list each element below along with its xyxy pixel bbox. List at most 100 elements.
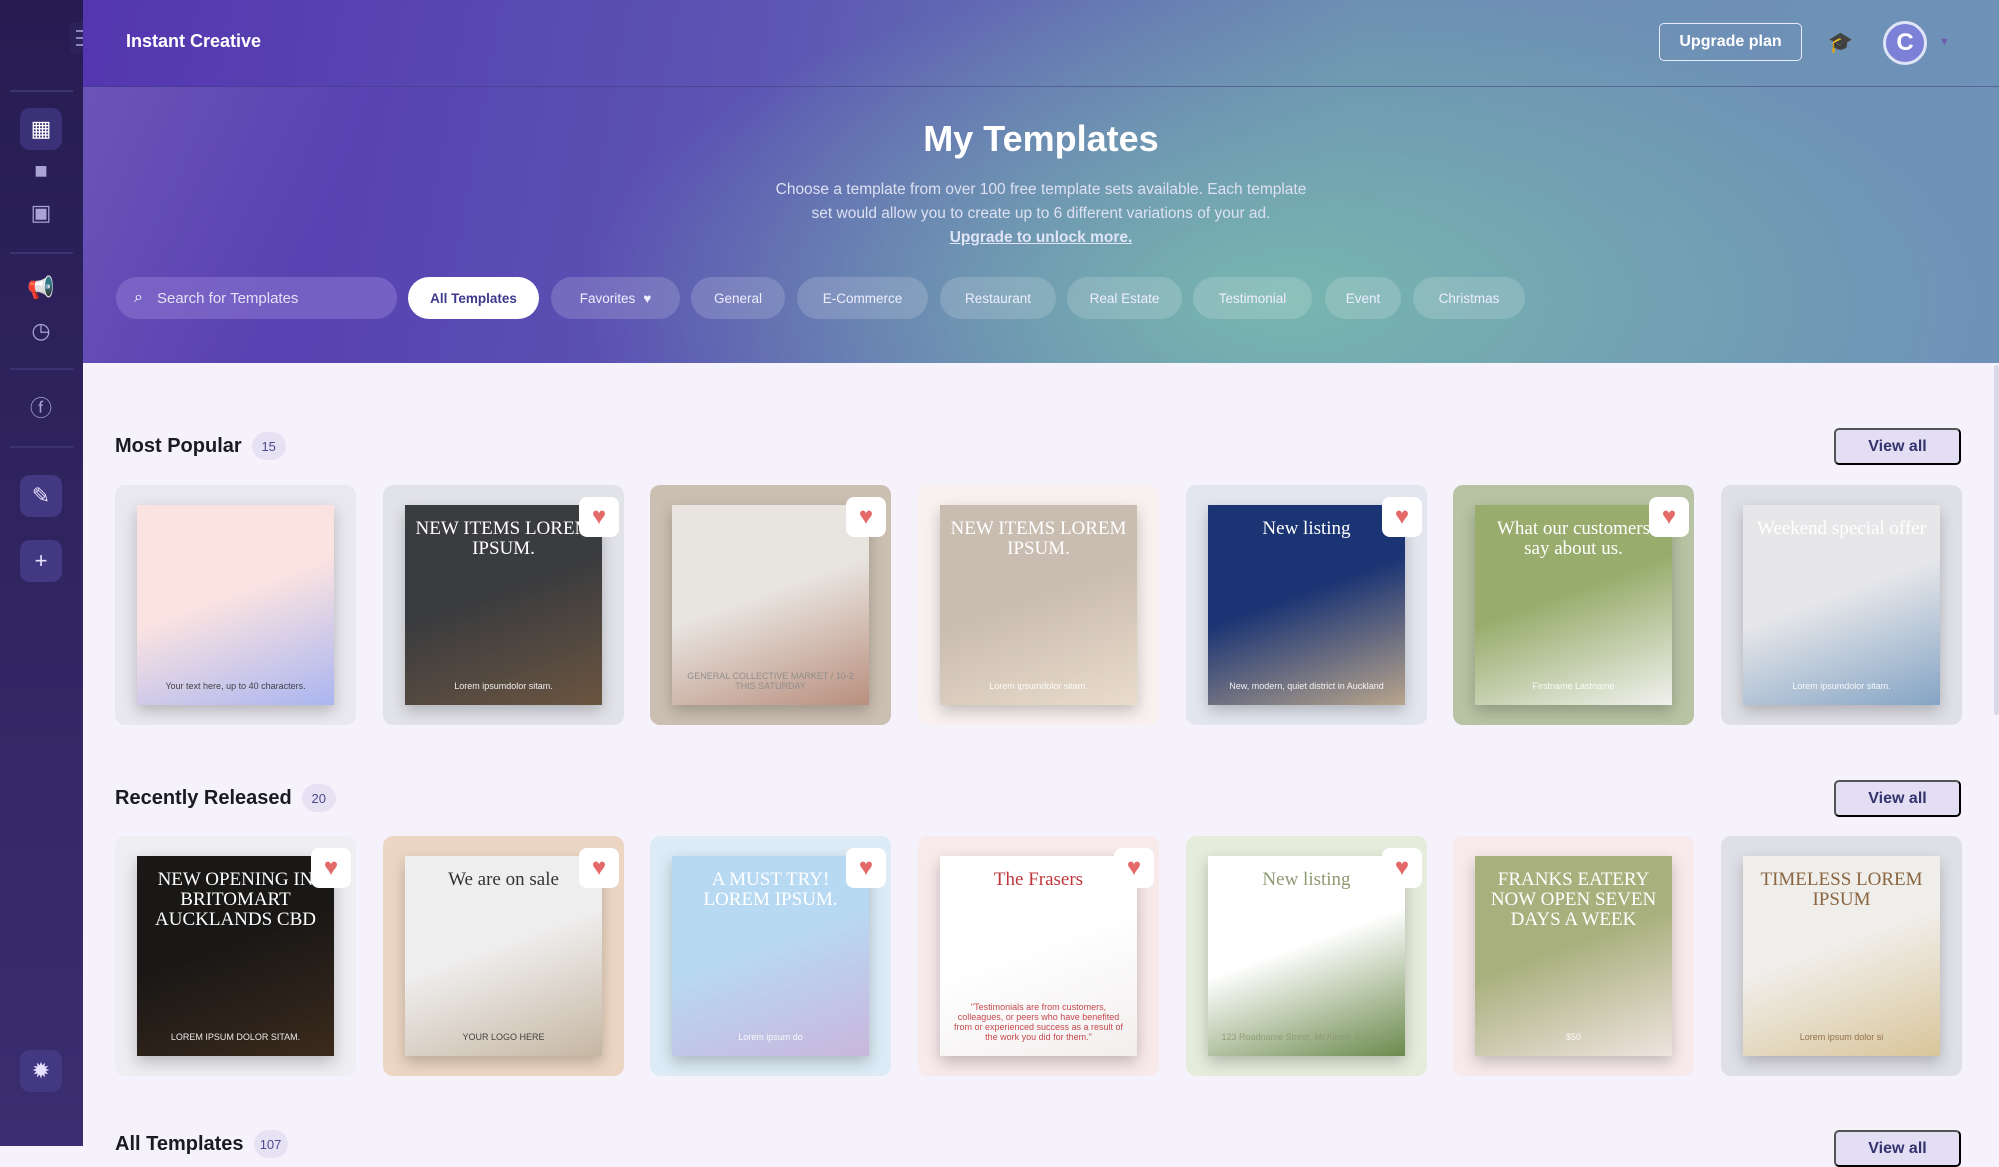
template-preview: Weekend special offer Lorem ipsumdolor si…: [1743, 505, 1940, 705]
favorite-heart-icon[interactable]: ♥: [311, 848, 351, 888]
filter-event[interactable]: Event: [1325, 277, 1401, 319]
upgrade-plan-button[interactable]: Upgrade plan: [1659, 23, 1802, 61]
scrollbar[interactable]: [1994, 365, 1999, 715]
favorite-heart-icon[interactable]: ♥: [846, 497, 886, 537]
favorite-heart-icon[interactable]: ♥: [846, 848, 886, 888]
view-all-button[interactable]: View all: [1834, 780, 1961, 817]
filter-christmas[interactable]: Christmas: [1413, 277, 1525, 319]
megaphone-icon: 📢: [27, 275, 55, 300]
template-preview: The Frasers "Testimonials are from custom…: [940, 856, 1137, 1056]
template-preview: GENERAL COLLECTIVE MARKET / 10-2 THIS SA…: [672, 505, 869, 705]
template-headline: A MUST TRY! LOREM IPSUM.: [703, 869, 838, 910]
filter-label: General: [713, 290, 763, 306]
filter-all-templates[interactable]: All Templates: [408, 277, 539, 319]
template-headline: NEW OPENING IN BRITOMART AUCKLANDS CBD: [155, 869, 316, 930]
sidebar: ▦ ■ ▣ 📢 ◷ ⓕ ✎ + ✹: [0, 0, 98, 1146]
template-headline: NEW ITEMS LOREM IPSUM.: [950, 518, 1127, 559]
favorite-heart-icon[interactable]: ♥: [1649, 497, 1689, 537]
template-caption: 123 Roadname Street, Mt Albert, Auckland: [1221, 1032, 1392, 1042]
template-card[interactable]: GENERAL COLLECTIVE MARKET / 10-2 THIS SA…: [650, 485, 891, 725]
filter-real-estate[interactable]: Real Estate: [1067, 277, 1182, 319]
description-line: set would allow you to create up to 6 di…: [811, 205, 1271, 222]
template-card[interactable]: Your text here, up to 40 characters.: [115, 485, 356, 725]
graduation-cap-icon[interactable]: 🎓: [1828, 30, 1853, 55]
image-icon: ▣: [30, 200, 52, 225]
avatar[interactable]: C: [1883, 21, 1927, 65]
template-headline: What our customers say about us.: [1496, 518, 1650, 559]
filter-label: Restaurant: [964, 290, 1032, 306]
template-headline: New listing: [1262, 518, 1351, 539]
section-heading: Most Popular: [115, 434, 242, 457]
template-caption: New, modern, quiet district in Auckland: [1229, 681, 1384, 691]
template-preview: FRANKS EATERY NOW OPEN SEVEN DAYS A WEEK…: [1475, 856, 1672, 1056]
filter-restaurant[interactable]: Restaurant: [940, 277, 1056, 319]
sidebar-item-facebook[interactable]: ⓕ: [20, 386, 62, 428]
view-all-button[interactable]: View all: [1834, 428, 1961, 465]
view-all-button[interactable]: View all: [1834, 1130, 1961, 1167]
grid-icon: ▦: [30, 116, 52, 141]
template-caption: $50: [1565, 1032, 1582, 1042]
template-card[interactable]: New listing New, modern, quiet district i…: [1186, 485, 1427, 725]
filter-testimonial[interactable]: Testimonial: [1193, 277, 1312, 319]
sidebar-divider: [10, 446, 73, 448]
template-caption: Lorem ipsum dolor si: [1799, 1032, 1884, 1042]
sidebar-item-campaigns[interactable]: 📢: [20, 267, 62, 309]
filter-label: All Templates: [430, 290, 517, 306]
search-input[interactable]: [156, 289, 357, 307]
template-caption: Firstname Lastname: [1532, 681, 1615, 691]
count-badge: 15: [251, 432, 286, 460]
favorite-heart-icon[interactable]: ♥: [579, 848, 619, 888]
sidebar-item-templates[interactable]: ▦: [20, 108, 62, 150]
description-line: Choose a template from over 100 free tem…: [775, 181, 1307, 198]
template-preview: NEW ITEMS LOREM IPSUM. Lorem ipsumdolor s…: [940, 505, 1137, 705]
sidebar-divider: [10, 252, 73, 254]
template-card[interactable]: TIMELESS LOREM IPSUM Lorem ipsum dolor si: [1721, 836, 1962, 1076]
favorite-heart-icon[interactable]: ♥: [1382, 497, 1422, 537]
template-card[interactable]: The Frasers "Testimonials are from custom…: [918, 836, 1159, 1076]
template-card[interactable]: We are on sale YOUR LOGO HERE ♥: [383, 836, 624, 1076]
count-badge: 20: [301, 784, 336, 812]
template-caption: YOUR LOGO HERE: [462, 1032, 545, 1042]
folder-icon: ■: [34, 158, 48, 183]
header-divider: [83, 86, 1999, 87]
plus-icon: +: [34, 548, 48, 573]
template-headline: New listing: [1262, 869, 1351, 890]
favorite-heart-icon[interactable]: ♥: [1114, 848, 1154, 888]
sidebar-item-folders[interactable]: ■: [20, 150, 62, 192]
template-card[interactable]: NEW ITEMS LOREM IPSUM. Lorem ipsumdolor s…: [918, 485, 1159, 725]
heart-icon: ♥: [643, 290, 652, 306]
template-card[interactable]: Weekend special offer Lorem ipsumdolor si…: [1721, 485, 1962, 725]
template-card[interactable]: NEW OPENING IN BRITOMART AUCKLANDS CBD LO…: [115, 836, 356, 1076]
sidebar-item-history[interactable]: ◷: [20, 310, 62, 352]
page-title: My Templates: [923, 118, 1159, 159]
upgrade-link[interactable]: Upgrade to unlock more.: [83, 226, 1999, 250]
template-card[interactable]: What our customers say about us. Firstnam…: [1453, 485, 1694, 725]
template-card[interactable]: New listing 123 Roadname Street, Mt Alber…: [1186, 836, 1427, 1076]
filter-favorites[interactable]: Favorites ♥: [551, 277, 680, 319]
chevron-down-icon[interactable]: ▼: [1939, 36, 1950, 48]
section-title: Most Popular 15: [115, 432, 286, 460]
section-heading: All Templates: [115, 1132, 244, 1155]
page-description: Choose a template from over 100 free tem…: [83, 178, 1999, 250]
section-title: All Templates 107: [115, 1130, 288, 1158]
template-card[interactable]: FRANKS EATERY NOW OPEN SEVEN DAYS A WEEK…: [1453, 836, 1694, 1076]
template-card[interactable]: NEW ITEMS LOREM IPSUM. Lorem ipsumdolor s…: [383, 485, 624, 725]
facebook-icon: ⓕ: [29, 396, 52, 421]
favorite-heart-icon[interactable]: ♥: [1382, 848, 1422, 888]
app-title: Instant Creative: [126, 31, 262, 51]
sidebar-item-images[interactable]: ▣: [20, 192, 62, 234]
template-preview: TIMELESS LOREM IPSUM Lorem ipsum dolor si: [1743, 856, 1940, 1056]
filter-general[interactable]: General: [691, 277, 785, 319]
sidebar-item-magic[interactable]: ✎: [20, 475, 62, 517]
search-box[interactable]: ⌕: [116, 277, 397, 319]
favorite-heart-icon[interactable]: ♥: [579, 497, 619, 537]
template-caption: LOREM IPSUM DOLOR SITAM.: [170, 1032, 301, 1042]
template-caption: GENERAL COLLECTIVE MARKET / 10-2 THIS SA…: [687, 671, 854, 691]
template-preview: NEW OPENING IN BRITOMART AUCKLANDS CBD LO…: [137, 856, 334, 1056]
filter-e-commerce[interactable]: E-Commerce: [797, 277, 928, 319]
template-card[interactable]: A MUST TRY! LOREM IPSUM. Lorem ipsum do ♥: [650, 836, 891, 1076]
sidebar-item-add[interactable]: +: [20, 540, 62, 582]
sidebar-item-bug-report[interactable]: ✹: [20, 1050, 62, 1092]
count-badge: 107: [253, 1130, 288, 1158]
section-heading: Recently Released: [115, 786, 292, 809]
